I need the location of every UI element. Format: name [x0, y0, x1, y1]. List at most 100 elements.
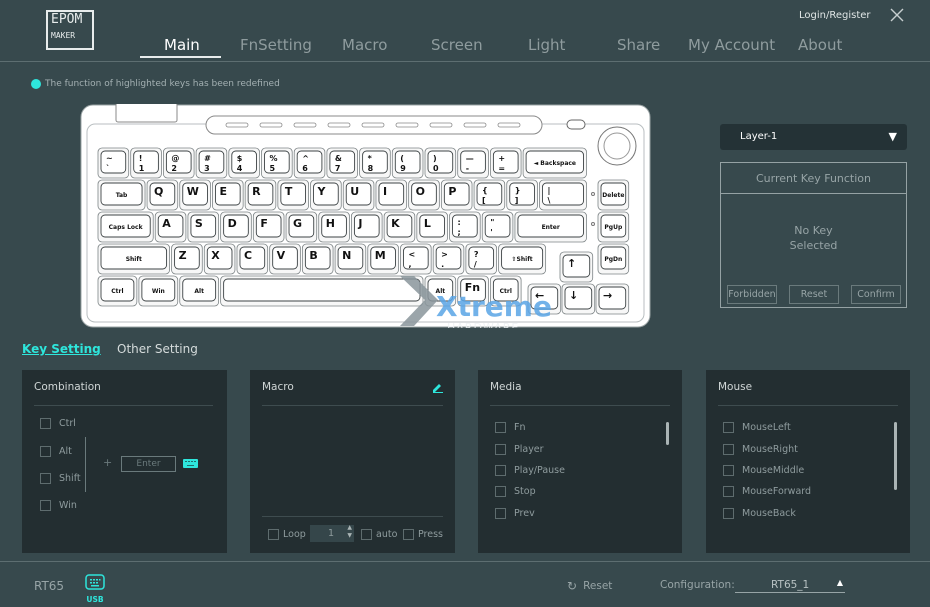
login-register-link[interactable]: Login/Register — [799, 10, 871, 21]
key[interactable]: Ctrl — [97, 275, 138, 307]
media-checkbox-stop[interactable] — [495, 486, 506, 497]
key[interactable]: %5 — [261, 147, 293, 179]
key[interactable]: N — [334, 243, 367, 275]
key[interactable]: Tab — [97, 179, 146, 211]
key[interactable]: ◄ Backspace — [522, 147, 587, 179]
key[interactable]: )0 — [424, 147, 457, 179]
media-scrollbar[interactable] — [666, 422, 669, 445]
media-checkbox-prev[interactable] — [495, 508, 506, 519]
key[interactable]: X — [203, 243, 236, 275]
tab-screen[interactable]: Screen — [431, 36, 483, 54]
key[interactable]: <, — [400, 243, 432, 275]
key[interactable]: F — [252, 211, 285, 243]
key[interactable]: ?/ — [465, 243, 497, 275]
key[interactable]: ↓ — [561, 283, 596, 315]
tab-light[interactable]: Light — [528, 36, 565, 54]
key[interactable]: P — [440, 179, 473, 211]
tab-main[interactable]: Main — [164, 36, 200, 54]
auto-checkbox[interactable] — [361, 529, 372, 540]
key[interactable]: *8 — [359, 147, 391, 179]
tab-fnsetting[interactable]: FnSetting — [240, 36, 312, 54]
key[interactable]: ~` — [97, 147, 130, 179]
stepper-arrows-icon[interactable]: ▲ ▼ — [347, 524, 352, 540]
key[interactable]: T — [277, 179, 309, 211]
key[interactable] — [220, 275, 424, 307]
reset-key-button[interactable]: Reset — [789, 285, 839, 304]
key[interactable]: J — [351, 211, 383, 243]
mouse-checkbox-right[interactable] — [723, 444, 734, 455]
tab-key-setting[interactable]: Key Setting — [22, 342, 101, 356]
key[interactable]: C — [236, 243, 269, 275]
forbidden-button[interactable]: Forbidden — [727, 285, 777, 304]
key[interactable]: V — [269, 243, 301, 275]
key[interactable]: M — [367, 243, 399, 275]
key[interactable]: @2 — [163, 147, 195, 179]
key[interactable]: PgDn — [597, 243, 630, 275]
key[interactable]: W — [179, 179, 211, 211]
mouse-checkbox-forward[interactable] — [723, 486, 734, 497]
mouse-checkbox-left[interactable] — [723, 422, 734, 433]
key[interactable]: H — [318, 211, 350, 243]
key[interactable]: → — [595, 283, 630, 315]
tab-my-account[interactable]: My Account — [688, 36, 775, 54]
tab-share[interactable]: Share — [617, 36, 660, 54]
win-checkbox[interactable] — [40, 500, 51, 511]
keyboard-capture-icon[interactable] — [183, 459, 198, 468]
layer-dropdown[interactable]: Layer-1 ▼ — [720, 124, 907, 150]
key[interactable]: ⇧Shift — [498, 243, 547, 275]
key[interactable]: "' — [481, 211, 514, 243]
alt-checkbox[interactable] — [40, 446, 51, 457]
key[interactable]: S — [187, 211, 220, 243]
shift-checkbox[interactable] — [40, 473, 51, 484]
key[interactable]: E — [212, 179, 244, 211]
ctrl-checkbox[interactable] — [40, 418, 51, 429]
reset-all-button[interactable]: ↻ Reset — [567, 579, 612, 593]
key[interactable]: G — [285, 211, 318, 243]
key[interactable]: R — [244, 179, 277, 211]
key[interactable]: K — [383, 211, 416, 243]
mouse-checkbox-back[interactable] — [723, 508, 734, 519]
tab-macro[interactable]: Macro — [342, 36, 387, 54]
media-checkbox-fn[interactable] — [495, 422, 506, 433]
edit-macro-icon[interactable] — [432, 382, 443, 393]
key[interactable]: Caps Lock — [97, 211, 154, 243]
key[interactable]: ↑ — [559, 251, 594, 283]
key[interactable]: {[ — [473, 179, 506, 211]
key[interactable]: Delete — [597, 179, 630, 211]
key[interactable]: U — [342, 179, 375, 211]
key[interactable]: A — [154, 211, 187, 243]
key[interactable]: Z — [171, 243, 203, 275]
key[interactable]: &7 — [326, 147, 358, 179]
close-icon[interactable] — [889, 7, 905, 23]
key[interactable]: PgUp — [597, 211, 630, 243]
media-checkbox-play-pause[interactable] — [495, 465, 506, 476]
configuration-dropdown[interactable]: RT65_1 ▲ — [735, 575, 845, 593]
key[interactable]: Q — [146, 179, 179, 211]
key[interactable]: —- — [457, 147, 489, 179]
key[interactable]: >. — [432, 243, 465, 275]
press-checkbox[interactable] — [403, 529, 414, 540]
key[interactable]: |\ — [539, 179, 587, 211]
key[interactable]: += — [489, 147, 522, 179]
key[interactable]: :; — [449, 211, 481, 243]
key[interactable]: L — [416, 211, 448, 243]
tab-about[interactable]: About — [798, 36, 842, 54]
tab-other-setting[interactable]: Other Setting — [117, 342, 198, 356]
key[interactable]: B — [301, 243, 334, 275]
mouse-scrollbar[interactable] — [894, 422, 897, 490]
key[interactable]: Shift — [97, 243, 170, 275]
key[interactable]: Enter — [514, 211, 587, 243]
key[interactable]: O — [408, 179, 440, 211]
key[interactable]: $4 — [228, 147, 260, 179]
key[interactable]: Alt — [179, 275, 220, 307]
media-checkbox-player[interactable] — [495, 444, 506, 455]
key[interactable]: Y — [310, 179, 342, 211]
combination-key-input[interactable]: Enter — [121, 456, 176, 472]
key[interactable]: }] — [506, 179, 538, 211]
key[interactable]: Win — [138, 275, 179, 307]
mouse-checkbox-middle[interactable] — [723, 465, 734, 476]
loop-checkbox[interactable] — [268, 529, 279, 540]
key[interactable]: I — [375, 179, 408, 211]
key[interactable]: D — [220, 211, 252, 243]
key[interactable]: !1 — [130, 147, 162, 179]
